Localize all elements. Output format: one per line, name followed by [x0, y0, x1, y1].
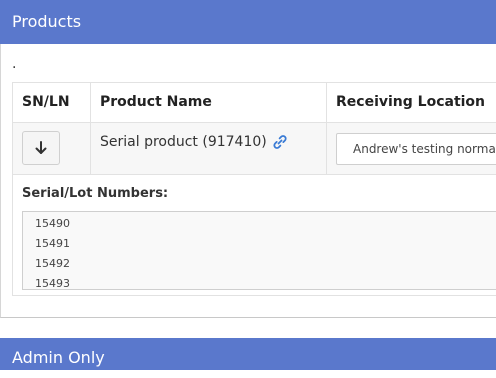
serial-number-line: 15492 [35, 257, 70, 270]
column-header-product-name: Product Name [100, 94, 212, 110]
expand-serials-button[interactable] [22, 131, 60, 165]
serial-lot-numbers-label: Serial/Lot Numbers: [22, 186, 169, 201]
receiving-location-select[interactable]: Andrew's testing normal [336, 133, 496, 165]
serial-number-line: 15490 [35, 217, 70, 230]
products-panel-heading: Products [0, 0, 496, 44]
panel-dot-text: . [12, 56, 17, 72]
link-icon[interactable] [272, 134, 288, 150]
admin-panel-heading: Admin Only [0, 338, 496, 370]
products-panel-title: Products [12, 12, 82, 31]
admin-panel-title: Admin Only [12, 348, 105, 367]
serial-numbers-textarea[interactable]: 15490 15491 15492 15493 [22, 211, 496, 290]
product-name-cell: Serial product (917410) [100, 134, 288, 150]
arrow-down-icon [35, 141, 47, 154]
table-row-divider [12, 174, 496, 175]
column-header-sn-ln: SN/LN [22, 94, 70, 110]
serial-number-line: 15493 [35, 277, 70, 290]
product-name-text: Serial product (917410) [100, 134, 267, 150]
column-header-receiving-location: Receiving Location [336, 94, 486, 110]
serial-number-line: 15491 [35, 237, 70, 250]
